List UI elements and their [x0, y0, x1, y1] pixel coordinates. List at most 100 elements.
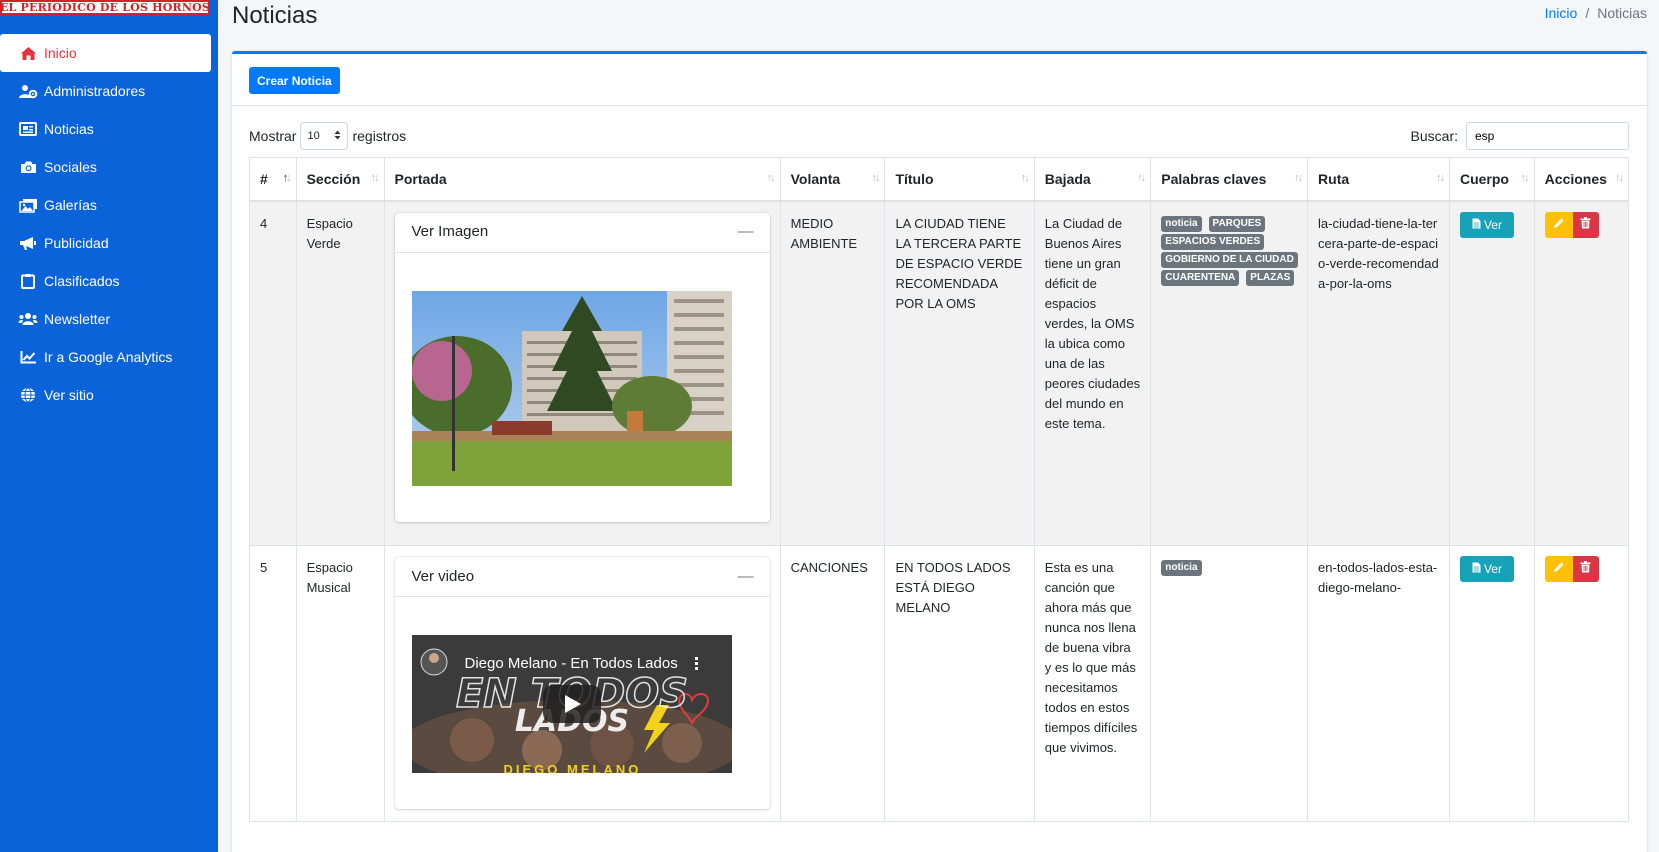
column-header-acciones[interactable]: Acciones ↑↓: [1533, 157, 1630, 202]
sidebar-item-publicidad[interactable]: Publicidad: [0, 224, 218, 262]
sort-icon: ↑↓: [766, 172, 776, 184]
news-card: Crear Noticia Mostrar 10 registros Busca…: [232, 51, 1647, 852]
view-body-label: Ver: [1483, 562, 1502, 576]
images-icon: [18, 197, 38, 213]
column-header-ruta[interactable]: Ruta ↑↓: [1307, 157, 1450, 202]
clipboard-icon: [18, 273, 38, 289]
trash-icon: [1580, 215, 1591, 235]
sidebar-item-label: Ir a Google Analytics: [44, 349, 173, 365]
page-length-value: 10: [307, 130, 320, 142]
sidebar-item-label: Inicio: [44, 45, 77, 61]
keyword-badge: CUARENTENA: [1161, 269, 1240, 286]
sidebar-item-google-analytics[interactable]: Ir a Google Analytics: [0, 338, 218, 376]
collapse-icon[interactable]: —: [738, 222, 754, 242]
brand-logo-text: EL PERIODICO DE LOS HORNOS: [0, 1, 211, 14]
column-header-portada[interactable]: Portada ↑↓: [383, 157, 781, 202]
breadcrumb-current: Noticias: [1597, 5, 1647, 21]
collapse-icon[interactable]: —: [738, 567, 754, 587]
sidebar-item-galerias[interactable]: Galerías: [0, 186, 218, 224]
table-row: 4 Espacio Verde Ver Imagen — MEDIO AMBIE…: [249, 200, 1630, 546]
sidebar-item-newsletter[interactable]: Newsletter: [0, 300, 218, 338]
cell-cuerpo: Ver: [1448, 545, 1535, 822]
column-header-bajada[interactable]: Bajada ↑↓: [1033, 157, 1152, 202]
column-header-cuerpo[interactable]: Cuerpo ↑↓: [1448, 157, 1535, 202]
view-body-label: Ver: [1483, 217, 1502, 232]
search-label: Buscar:: [1410, 128, 1458, 144]
cover-card-header[interactable]: Ver video —: [394, 557, 770, 597]
cell-seccion: Espacio Verde: [295, 200, 385, 546]
sidebar-item-label: Clasificados: [44, 273, 120, 289]
cell-seccion: Espacio Musical: [295, 545, 385, 822]
users-icon: [18, 311, 38, 327]
delete-button[interactable]: [1572, 556, 1599, 582]
pencil-icon: [1553, 559, 1565, 579]
table-controls: Mostrar 10 registros Buscar:: [249, 122, 1629, 152]
column-header-palabras-claves[interactable]: Palabras claves ↑↓: [1150, 157, 1309, 202]
edit-button[interactable]: [1544, 211, 1573, 238]
cell-portada: Ver video — EN TODOS Diego Melano - En T…: [383, 545, 781, 822]
edit-button[interactable]: [1544, 556, 1573, 582]
cover-image: [411, 290, 732, 486]
column-header-volanta[interactable]: Volanta ↑↓: [779, 157, 886, 202]
cell-portada: Ver Imagen —: [383, 200, 781, 546]
sidebar-item-inicio[interactable]: Inicio: [0, 34, 211, 72]
cell-bajada: Esta es una canción que ahora más que nu…: [1033, 545, 1152, 822]
breadcrumb: Inicio / Noticias: [1545, 5, 1647, 21]
view-body-button[interactable]: Ver: [1459, 556, 1514, 582]
cell-actions: [1533, 545, 1630, 822]
keyword-badges: noticia: [1161, 558, 1297, 576]
sidebar-item-label: Administradores: [44, 83, 146, 99]
view-body-button[interactable]: Ver: [1459, 211, 1514, 238]
search-input[interactable]: [1466, 122, 1629, 150]
sidebar-item-administradores[interactable]: Administradores: [0, 72, 218, 110]
select-arrows-icon: [334, 130, 341, 143]
page-length-select[interactable]: 10: [300, 122, 349, 150]
page-length-control: Mostrar 10 registros: [249, 122, 406, 150]
sidebar: EL PERIODICO DE LOS HORNOS Inicio Admini…: [0, 0, 218, 852]
table-header-row: # ↑↓ Sección ↑↓ Portada ↑↓ Volanta ↑↓ Título…: [249, 157, 1630, 202]
video-title: Diego Melano - En Todos Lados: [464, 655, 678, 672]
keyword-badge: noticia: [1161, 215, 1202, 232]
sidebar-item-label: Newsletter: [44, 311, 111, 327]
column-header-titulo[interactable]: Título ↑↓: [884, 157, 1035, 202]
sidebar-item-label: Noticias: [44, 121, 94, 137]
cover-card: Ver video — EN TODOS Diego Melano - En T…: [394, 557, 770, 809]
cell-ruta: la-ciudad-tiene-la-tercera-parte-de-espa…: [1307, 200, 1450, 546]
globe-icon: [18, 387, 38, 403]
brand-logo[interactable]: EL PERIODICO DE LOS HORNOS: [0, 0, 210, 15]
bullhorn-icon: [18, 235, 38, 251]
news-table: # ↑↓ Sección ↑↓ Portada ↑↓ Volanta ↑↓ Título…: [249, 157, 1630, 822]
keyword-badge: ESPACIOS VERDES: [1161, 233, 1265, 250]
newspaper-icon: [18, 121, 38, 137]
keyword-badge: noticia: [1161, 560, 1202, 576]
cover-card-body: [395, 253, 770, 522]
cover-card-body: EN TODOS LADOS Diego Melano - En Todos: [395, 597, 770, 809]
cover-card-header[interactable]: Ver Imagen —: [394, 213, 770, 253]
pencil-icon: [1553, 215, 1565, 235]
cell-keywords: noticia PARQUES ESPACIOS VERDES GOBIERNO…: [1150, 200, 1309, 546]
delete-button[interactable]: [1572, 211, 1599, 238]
breadcrumb-home-link[interactable]: Inicio: [1545, 5, 1578, 21]
sort-asc-icon: ↑↓: [282, 172, 292, 184]
sort-icon: ↑↓: [1615, 172, 1624, 184]
cell-id: 5: [249, 545, 297, 822]
sidebar-item-noticias[interactable]: Noticias: [0, 110, 218, 148]
keyword-badge: PARQUES: [1208, 215, 1266, 232]
column-header-id[interactable]: # ↑↓: [249, 157, 297, 202]
sort-icon: ↑↓: [370, 172, 380, 184]
table-search: Buscar:: [1411, 122, 1629, 150]
sidebar-item-label: Sociales: [44, 159, 97, 175]
sidebar-item-clasificados[interactable]: Clasificados: [0, 262, 218, 300]
sidebar-item-sociales[interactable]: Sociales: [0, 148, 218, 186]
page-title: Noticias: [232, 2, 318, 29]
cover-card-title: Ver video: [411, 567, 475, 585]
sidebar-item-ver-sitio[interactable]: Ver sitio: [0, 376, 218, 414]
breadcrumb-separator: /: [1585, 5, 1590, 21]
cell-titulo: EN TODOS LADOS ESTÁ DIEGO MELANO: [884, 545, 1035, 822]
create-news-button[interactable]: Crear Noticia: [249, 67, 340, 94]
video-embed[interactable]: EN TODOS LADOS Diego Melano - En Todos: [411, 635, 732, 773]
sidebar-item-label: Galerías: [44, 197, 97, 213]
sort-icon: ↑↓: [871, 172, 880, 184]
cover-card-title: Ver Imagen: [411, 223, 489, 240]
column-header-seccion[interactable]: Sección ↑↓: [295, 157, 385, 202]
